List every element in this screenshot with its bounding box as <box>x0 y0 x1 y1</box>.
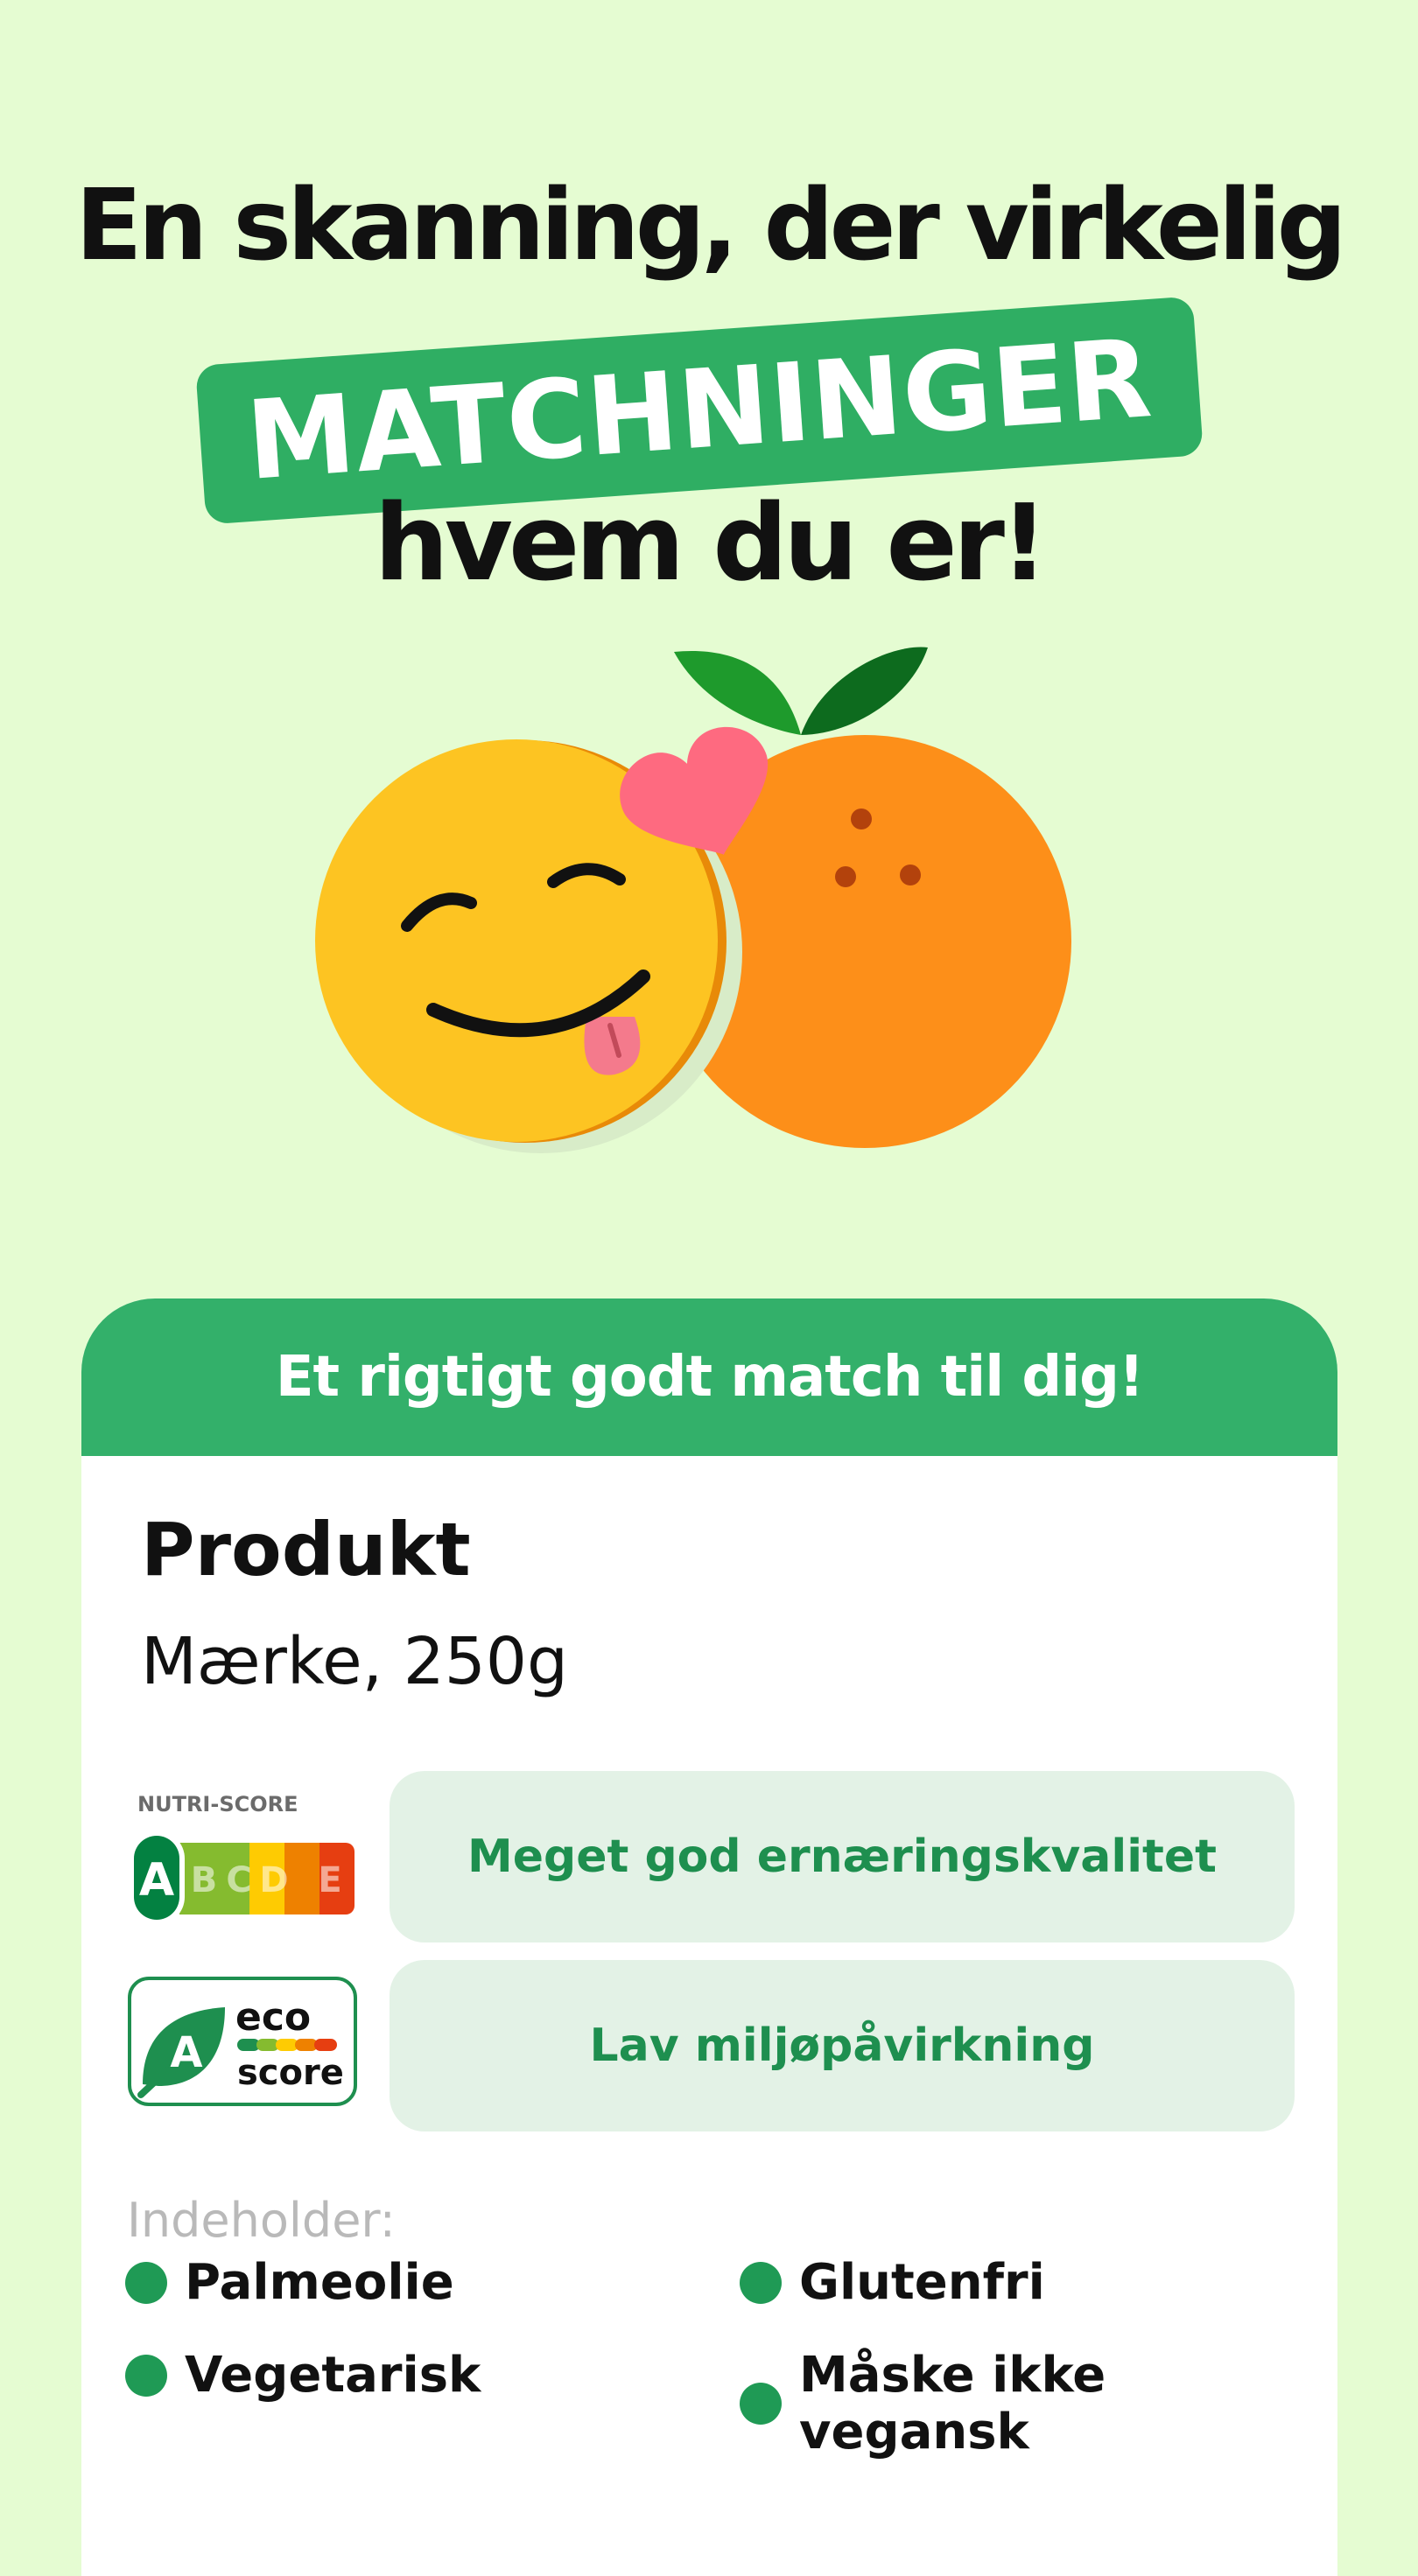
headline-line-1: En skanning, der virkelig <box>75 169 1347 283</box>
hero-illustration <box>315 647 1071 1153</box>
status-dot <box>740 2261 782 2304</box>
tag-label: Glutenfri <box>799 2254 1045 2311</box>
nutri-score-description: Meget god ernæringskvalitet <box>390 1771 1295 1942</box>
product-subtitle: Mærke, 250g <box>141 1624 568 1699</box>
eco-word: eco <box>235 1995 311 2040</box>
nutri-score-description-text: Meget god ernæringskvalitet <box>467 1830 1218 1883</box>
tag-palm-oil: Palmeolie <box>125 2254 454 2311</box>
match-card-header-text: Et rigtigt godt match til dig! <box>275 1345 1144 1410</box>
match-card-header: Et rigtigt godt match til dig! <box>81 1298 1337 1456</box>
nutri-score-logo: NUTRI-SCORE A B C D E <box>129 1792 354 1925</box>
tag-label: Palmeolie <box>185 2254 454 2311</box>
tag-label: Måske ikke vegansk <box>799 2347 1106 2460</box>
eco-score-row: A eco score Lav miljøpåvirkning <box>81 1960 1337 2132</box>
status-dot <box>125 2261 167 2304</box>
tag-gluten-free: Glutenfri <box>740 2254 1045 2311</box>
nutri-grade-d: D <box>259 1860 288 1900</box>
tag-vegetarian: Vegetarisk <box>125 2347 481 2404</box>
nutri-grade-a: A <box>139 1854 174 1907</box>
match-card: Et rigtigt godt match til dig! Produkt M… <box>81 1298 1337 2576</box>
score-word: score <box>237 2053 344 2093</box>
tag-maybe-not-vegan: Måske ikke vegansk <box>740 2347 1337 2460</box>
status-dot <box>740 2383 782 2425</box>
tag-label: Vegetarisk <box>185 2347 481 2404</box>
eco-grade: A <box>170 2028 202 2077</box>
status-dot <box>125 2354 167 2397</box>
eco-score-description-text: Lav miljøpåvirkning <box>589 2020 1095 2072</box>
nutri-score-label: NUTRI-SCORE <box>137 1792 298 1816</box>
product-name: Produkt <box>141 1507 471 1592</box>
nutri-score-row: NUTRI-SCORE A B C D E Meget god ernæring… <box>81 1771 1337 1942</box>
nutri-grade-c: C <box>226 1860 251 1900</box>
eco-score-description: Lav miljøpåvirkning <box>390 1960 1295 2132</box>
nutri-grade-b: B <box>191 1860 218 1900</box>
contains-label: Indeholder: <box>127 2193 396 2248</box>
nutri-grade-e: E <box>318 1860 341 1900</box>
eco-score-logo: A eco score <box>128 1977 357 2106</box>
highlight-word: MATCHNINGER <box>242 316 1156 505</box>
headline-line-3: hvem du er! <box>374 483 1048 605</box>
